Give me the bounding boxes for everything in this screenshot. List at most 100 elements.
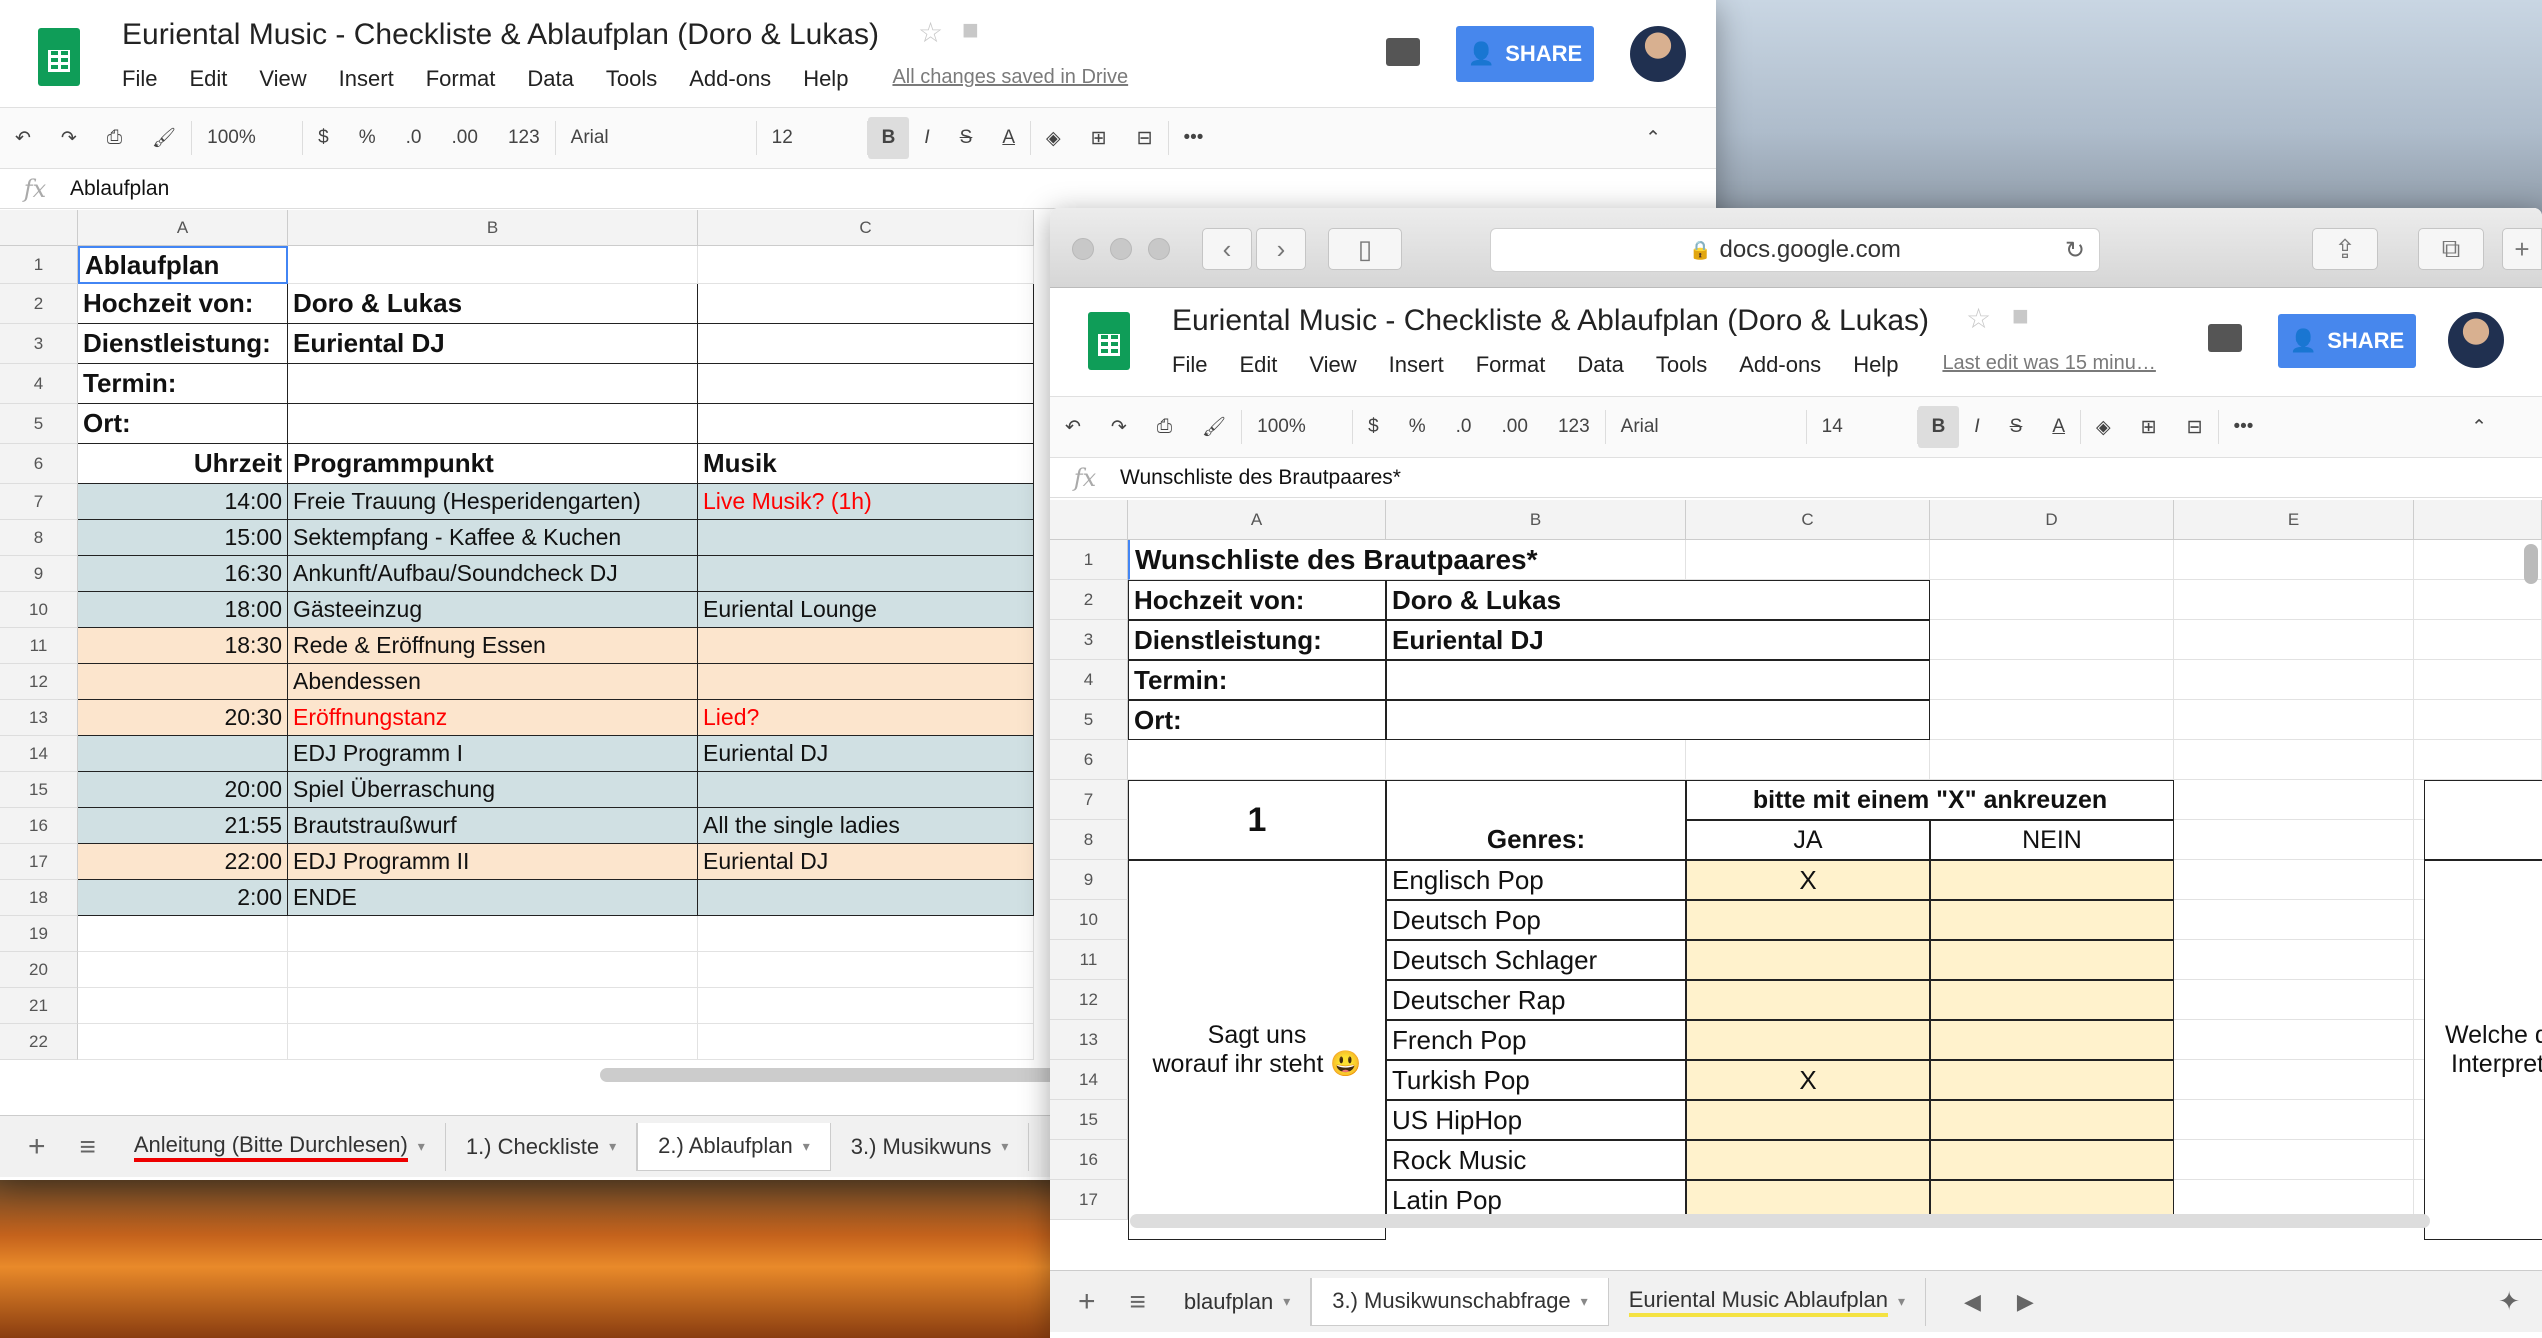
genre-ja-cell[interactable]: X [1686, 1060, 1930, 1100]
cell-B15[interactable]: Spiel Überraschung [288, 772, 698, 808]
font-size-select[interactable]: 12 [757, 127, 867, 149]
sidebar-button[interactable]: ▯ [1328, 228, 1402, 270]
close-button[interactable] [1072, 238, 1094, 260]
collapse-icon[interactable]: ⌃ [1630, 127, 1676, 150]
ja-header[interactable]: JA [1686, 820, 1930, 860]
row-header[interactable]: 16 [0, 808, 78, 844]
empty-cell[interactable] [2174, 980, 2414, 1020]
scrollbar-horizontal[interactable] [1130, 1214, 2430, 1228]
tab-dropdown-icon[interactable]: ▾ [1283, 1293, 1290, 1310]
formula-input[interactable]: Ablaufplan [70, 177, 169, 201]
cell-B19[interactable] [288, 916, 698, 952]
tabs-overview-button[interactable]: ⧉ [2418, 228, 2484, 270]
genre-name[interactable]: US HipHop [1386, 1100, 1686, 1140]
cell-B12[interactable]: Abendessen [288, 664, 698, 700]
merge-icon[interactable]: ⊟ [2172, 416, 2218, 439]
column-header-C[interactable]: C [698, 210, 1034, 246]
cell-B4[interactable] [288, 364, 698, 404]
row-header[interactable]: 6 [1050, 740, 1128, 780]
cell-A12[interactable] [78, 664, 288, 700]
all-sheets-button[interactable]: ≡ [74, 1131, 114, 1163]
back-button[interactable]: ‹ [1202, 228, 1252, 270]
share-sheet-button[interactable]: ⇪ [2312, 228, 2378, 270]
row-header[interactable]: 14 [0, 736, 78, 772]
menu-tools[interactable]: Tools [606, 66, 657, 92]
cell-B5[interactable] [288, 404, 698, 444]
tab-dropdown-icon[interactable]: ▾ [418, 1138, 425, 1155]
scroll-tabs-left-icon[interactable]: ◀ [1946, 1289, 1999, 1315]
row-header[interactable]: 19 [0, 916, 78, 952]
empty-cell[interactable] [2414, 580, 2542, 620]
empty-cell[interactable] [2174, 660, 2414, 700]
column-header-E[interactable]: E [2174, 500, 2414, 540]
forward-button[interactable]: › [1256, 228, 1306, 270]
font-size-select[interactable]: 14 [1807, 416, 1917, 438]
cell-B7[interactable]: Freie Trauung (Hesperidengarten) [288, 484, 698, 520]
cell-C5[interactable] [698, 404, 1034, 444]
text-color-button[interactable]: A [2037, 416, 2080, 438]
cell-C12[interactable] [698, 664, 1034, 700]
genre-nein-cell[interactable] [1930, 1020, 2174, 1060]
empty-cell[interactable] [1930, 660, 2174, 700]
paint-format-icon[interactable]: 🖌 [1187, 415, 1241, 439]
fill-color-icon[interactable]: ◈ [1031, 127, 1076, 150]
row-header[interactable]: 17 [1050, 1180, 1128, 1220]
column-header-A[interactable]: A [1128, 500, 1386, 540]
cell-C18[interactable] [698, 880, 1034, 916]
menu-help[interactable]: Help [1853, 352, 1898, 378]
section-number[interactable]: 1 [1128, 780, 1386, 860]
genre-nein-cell[interactable] [1930, 860, 2174, 900]
menu-tools[interactable]: Tools [1656, 352, 1707, 378]
menu-addons[interactable]: Add-ons [689, 66, 771, 92]
cell-C3[interactable] [698, 324, 1034, 364]
row-header[interactable]: 2 [0, 284, 78, 324]
cell-A21[interactable] [78, 988, 288, 1024]
genre-name[interactable]: Rock Music [1386, 1140, 1686, 1180]
genre-ja-cell[interactable] [1686, 980, 1930, 1020]
cell-A5[interactable]: Ort: [78, 404, 288, 444]
cell-B20[interactable] [288, 952, 698, 988]
empty-cell[interactable] [2174, 820, 2414, 860]
sheet-heading[interactable]: Wunschliste des Brautpaares* [1128, 540, 1686, 580]
row-header[interactable]: 10 [0, 592, 78, 628]
tab-dropdown-icon[interactable]: ▾ [803, 1138, 810, 1155]
genre-nein-cell[interactable] [1930, 1100, 2174, 1140]
menu-file[interactable]: File [122, 66, 157, 92]
cell-C20[interactable] [698, 952, 1034, 988]
info-label[interactable]: Ort: [1128, 700, 1386, 740]
row-header[interactable]: 5 [1050, 700, 1128, 740]
cell-C16[interactable]: All the single ladies [698, 808, 1034, 844]
bold-button[interactable]: B [867, 117, 910, 159]
reload-icon[interactable]: ↻ [2065, 236, 2085, 265]
merge-icon[interactable]: ⊟ [1122, 127, 1168, 150]
mark-header[interactable]: bitte mit einem "X" ankreuzen [1686, 780, 2174, 820]
empty-cell[interactable] [2174, 540, 2414, 580]
cell-B22[interactable] [288, 1024, 698, 1060]
genre-name[interactable]: French Pop [1386, 1020, 1686, 1060]
avatar[interactable] [1630, 26, 1686, 82]
empty-cell[interactable] [1386, 740, 1686, 780]
empty-cell[interactable] [2174, 900, 2414, 940]
zoom-select[interactable]: 100% [1242, 416, 1352, 438]
row-header[interactable]: 3 [1050, 620, 1128, 660]
empty-cell[interactable] [2174, 740, 2414, 780]
genre-nein-cell[interactable] [1930, 900, 2174, 940]
folder-icon[interactable]: ■ [2012, 300, 2029, 332]
currency-button[interactable]: $ [1353, 416, 1394, 438]
more-button[interactable]: ••• [2219, 416, 2269, 438]
cell-A17[interactable]: 22:00 [78, 844, 288, 880]
genre-nein-cell[interactable] [1930, 940, 2174, 980]
menu-format[interactable]: Format [1476, 352, 1546, 378]
cell-A14[interactable] [78, 736, 288, 772]
cell-B21[interactable] [288, 988, 698, 1024]
explore-icon[interactable]: ✦ [2498, 1286, 2520, 1317]
undo-icon[interactable]: ↶ [1050, 416, 1096, 439]
row-header[interactable]: 8 [1050, 820, 1128, 860]
folder-icon[interactable]: ■ [962, 14, 979, 46]
row-header[interactable]: 4 [1050, 660, 1128, 700]
print-icon[interactable]: ⎙ [1142, 416, 1187, 438]
more-button[interactable]: ••• [1169, 127, 1219, 149]
italic-button[interactable]: I [909, 127, 944, 149]
empty-cell[interactable] [1128, 740, 1386, 780]
cell-A9[interactable]: 16:30 [78, 556, 288, 592]
